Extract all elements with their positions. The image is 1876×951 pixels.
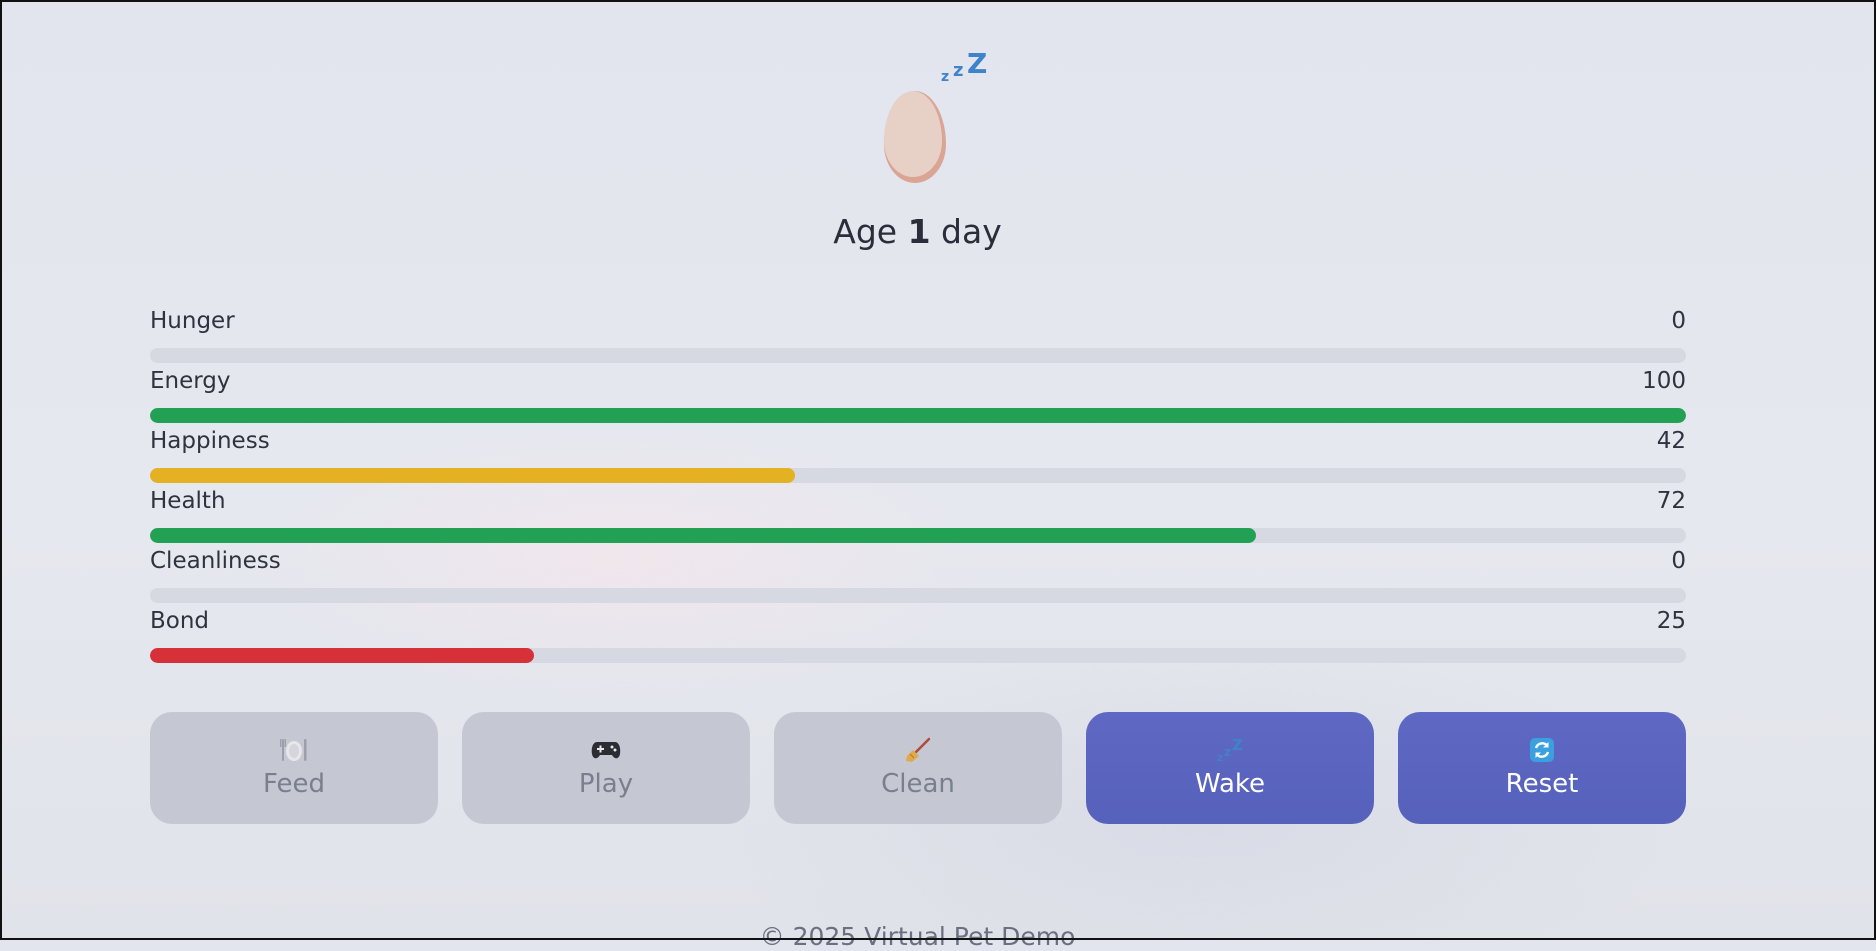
sleeping-zzz-icon: z z Z (941, 47, 988, 85)
stat-bar-fill (150, 528, 1256, 543)
play-button-label: Play (578, 769, 634, 799)
age-suffix: day (941, 212, 1002, 251)
stat-label: Energy (150, 368, 231, 394)
broom-icon (904, 737, 932, 763)
clean-button[interactable]: Clean (774, 712, 1062, 824)
stat-bar (150, 408, 1686, 423)
clean-button-label: Clean (881, 769, 955, 799)
stat-label: Cleanliness (150, 548, 281, 574)
pet-display: z z Z (880, 48, 1000, 188)
stats-panel: Hunger 0 Energy 100 Happiness 42 Health … (150, 308, 1686, 668)
plate-cutlery-icon (279, 737, 309, 763)
pet-age: Age 1 day (0, 212, 1835, 251)
wake-button[interactable]: z z Z Wake (1086, 712, 1374, 824)
feed-button[interactable]: Feed (150, 712, 438, 824)
stat-happiness: Happiness 42 (150, 428, 1686, 488)
footer-text: © 2025 Virtual Pet Demo (759, 922, 1076, 951)
stat-value: 0 (1671, 548, 1686, 574)
stat-bar (150, 348, 1686, 363)
svg-text:z: z (1224, 745, 1231, 759)
gamepad-icon (591, 737, 621, 763)
age-value: 1 (907, 212, 931, 251)
stat-label: Health (150, 488, 226, 514)
play-button[interactable]: Play (462, 712, 750, 824)
stat-label: Bond (150, 608, 210, 634)
action-buttons: Feed Play Clean z z Z Wake Reset (150, 712, 1686, 824)
stat-energy: Energy 100 (150, 368, 1686, 428)
stat-bond: Bond 25 (150, 608, 1686, 668)
reset-button-label: Reset (1505, 769, 1579, 799)
age-prefix: Age (833, 212, 898, 251)
stat-bar (150, 588, 1686, 603)
stat-value: 72 (1656, 488, 1686, 514)
stat-bar (150, 528, 1686, 543)
stat-health: Health 72 (150, 488, 1686, 548)
svg-text:z: z (1217, 753, 1223, 763)
stat-bar-fill (150, 648, 534, 663)
feed-button-label: Feed (262, 769, 326, 799)
stat-label: Hunger (150, 308, 235, 334)
stat-value: 100 (1642, 368, 1686, 394)
stat-value: 0 (1671, 308, 1686, 334)
stat-bar (150, 468, 1686, 483)
stat-cleanliness: Cleanliness 0 (150, 548, 1686, 608)
stat-label: Happiness (150, 428, 270, 454)
stat-bar-fill (150, 468, 796, 483)
stat-bar-fill (150, 408, 1686, 423)
stat-bar (150, 648, 1686, 663)
stat-value: 42 (1656, 428, 1686, 454)
reset-button[interactable]: Reset (1398, 712, 1686, 824)
wake-button-label: Wake (1194, 769, 1266, 799)
zzz-icon: z z Z (1215, 737, 1245, 763)
svg-text:Z: Z (1232, 737, 1243, 754)
stat-value: 25 (1656, 608, 1686, 634)
stat-hunger: Hunger 0 (150, 308, 1686, 368)
reset-arrows-icon (1529, 737, 1555, 763)
